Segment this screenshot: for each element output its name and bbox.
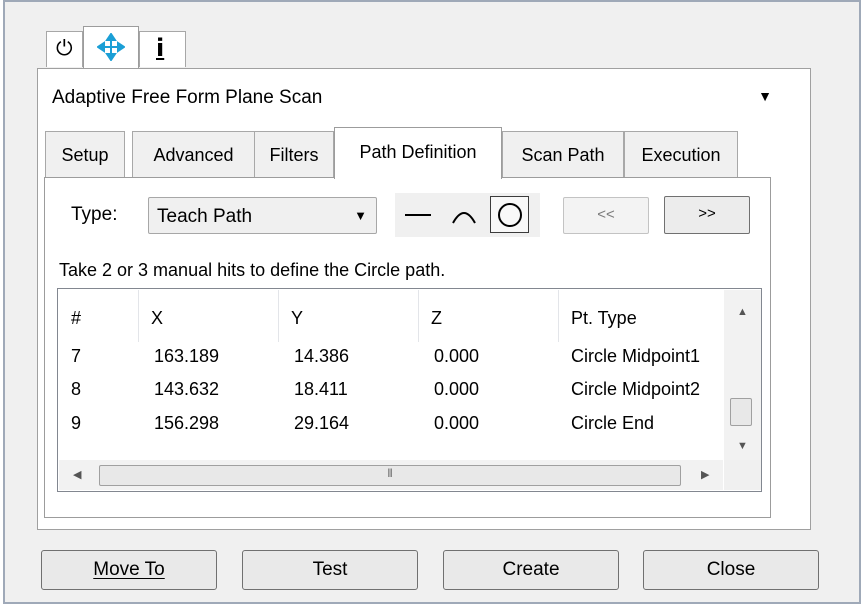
cell-y: 18.411 (294, 379, 348, 399)
vertical-scroll-thumb[interactable] (730, 398, 752, 426)
cell-index: 8 (71, 379, 82, 399)
previous-button[interactable]: << (563, 197, 649, 234)
scroll-right-icon[interactable]: ▶ (701, 468, 709, 481)
circle-icon (498, 203, 522, 227)
scan-type-dropdown[interactable]: Adaptive Free Form Plane Scan ▼ (44, 79, 780, 117)
cell-x: 163.189 (154, 346, 220, 366)
scan-type-value: Adaptive Free Form Plane Scan (52, 87, 323, 108)
create-label: Create (502, 559, 560, 580)
power-icon: ⏻ (56, 36, 73, 60)
path-type-value: Teach Path (157, 206, 253, 227)
tab-label: Path Definition (359, 142, 477, 162)
cell-z: 0.000 (434, 413, 480, 433)
cell-pt-type: Circle End (571, 413, 655, 433)
table-header: # X Y Z Pt. Type (59, 290, 723, 342)
cell-index: 9 (71, 413, 82, 433)
tab-scan-path[interactable]: Scan Path (502, 131, 624, 177)
move-to-label: Move To (93, 559, 165, 580)
path-type-dropdown[interactable]: Teach Path ▼ (148, 197, 377, 234)
tab-path-definition[interactable]: Path Definition (334, 127, 502, 179)
tab-label: Advanced (153, 145, 234, 165)
cell-x: 156.298 (154, 413, 220, 433)
cell-y: 29.164 (294, 413, 350, 433)
horizontal-scrollbar[interactable]: ◀ ⦀ ▶ (59, 460, 723, 490)
chevron-down-icon: ▼ (758, 88, 772, 104)
tab-execution[interactable]: Execution (624, 131, 738, 177)
close-button[interactable]: Close (643, 550, 819, 590)
close-label: Close (706, 559, 756, 580)
tab-move[interactable] (83, 26, 139, 68)
line-icon[interactable] (401, 199, 435, 231)
type-label: Type: (71, 204, 118, 225)
scroll-down-icon[interactable]: ▼ (737, 440, 748, 452)
test-button[interactable]: Test (242, 550, 418, 590)
cell-z: 0.000 (434, 379, 480, 399)
tab-filters[interactable]: Filters (254, 131, 334, 177)
info-icon: i (156, 34, 165, 62)
next-button[interactable]: >> (664, 196, 750, 234)
chevron-down-icon: ▼ (354, 208, 367, 223)
column-header-pt-type[interactable]: Pt. Type (559, 290, 723, 342)
cell-pt-type: Circle Midpoint1 (571, 346, 701, 366)
circle-shape-button[interactable] (490, 196, 529, 233)
column-header-z[interactable]: Z (419, 290, 559, 342)
column-header-index[interactable]: # (59, 290, 139, 342)
scroll-up-icon[interactable]: ▲ (737, 306, 748, 318)
tab-info[interactable]: i (139, 31, 186, 67)
tab-label: Setup (61, 145, 109, 165)
horizontal-scroll-thumb[interactable]: ⦀ (99, 465, 681, 486)
scrollbar-corner (724, 460, 761, 490)
table-row[interactable]: 7 163.189 14.386 0.000 Circle Midpoint1 (59, 346, 723, 376)
move-to-button[interactable]: Move To (41, 550, 217, 590)
vertical-scrollbar[interactable]: ▲ ▼ (724, 290, 761, 462)
table-row[interactable]: 8 143.632 18.411 0.000 Circle Midpoint2 (59, 379, 723, 409)
scroll-left-icon[interactable]: ◀ (73, 468, 81, 481)
cell-z: 0.000 (434, 346, 480, 366)
cell-pt-type: Circle Midpoint2 (571, 379, 701, 399)
column-header-y[interactable]: Y (279, 290, 419, 342)
tab-advanced[interactable]: Advanced (132, 131, 255, 177)
tab-label: Execution (641, 145, 721, 165)
column-header-x[interactable]: X (139, 290, 279, 342)
test-label: Test (312, 559, 348, 580)
cell-y: 14.386 (294, 346, 350, 366)
table-row[interactable]: 9 156.298 29.164 0.000 Circle End (59, 413, 723, 443)
cell-index: 7 (71, 346, 82, 366)
move-arrows-icon (97, 33, 125, 61)
create-button[interactable]: Create (443, 550, 619, 590)
tab-setup[interactable]: Setup (45, 131, 125, 177)
tab-power[interactable]: ⏻ (46, 31, 83, 67)
cell-x: 143.632 (154, 379, 220, 399)
shape-selector (395, 193, 540, 237)
tab-label: Filters (269, 145, 319, 165)
points-table[interactable]: # X Y Z Pt. Type 7 163.189 14.386 0.000 … (57, 288, 762, 492)
instruction-text: Take 2 or 3 manual hits to define the Ci… (59, 260, 446, 280)
tab-label: Scan Path (521, 145, 605, 165)
arc-icon[interactable] (447, 199, 481, 231)
